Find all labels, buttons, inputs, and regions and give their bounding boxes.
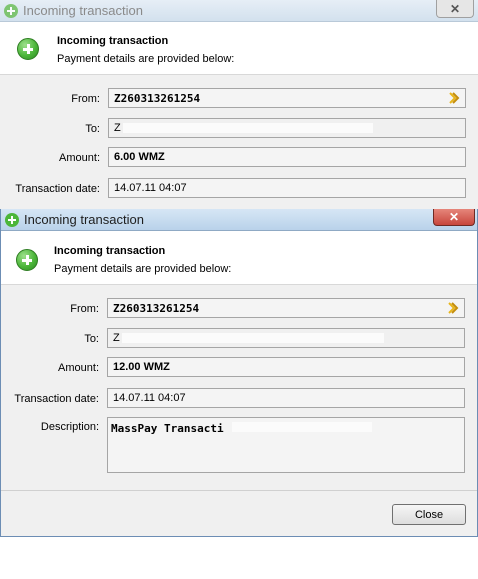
from-field[interactable]: Z260313261254 [107, 298, 465, 318]
date-label: Transaction date: [15, 183, 100, 195]
date-field[interactable]: 14.07.11 04:07 [107, 388, 465, 408]
amount-field[interactable]: 6.00 WMZ [108, 147, 466, 167]
description-label: Description: [40, 421, 99, 433]
header-panel: Incoming transaction Payment details are… [1, 231, 477, 285]
date-value: 14.07.11 04:07 [114, 182, 187, 194]
description-value: MassPay Transacti [111, 422, 224, 435]
amount-label: Amount: [59, 152, 100, 164]
double-chevron-right-icon[interactable] [448, 92, 460, 104]
title-bar[interactable]: Incoming transaction ✕ [1, 209, 477, 231]
date-value: 14.07.11 04:07 [113, 392, 186, 404]
to-field[interactable]: Z [107, 328, 465, 348]
window-title: Incoming transaction [23, 3, 143, 18]
redacted-area [122, 123, 373, 133]
header-panel: Incoming transaction Payment details are… [0, 22, 478, 75]
to-field[interactable]: Z [108, 118, 466, 138]
header-subtitle: Payment details are provided below: [54, 263, 232, 275]
amount-field[interactable]: 12.00 WMZ [107, 357, 465, 377]
incoming-plus-icon [16, 249, 38, 271]
header-title: Incoming transaction [57, 35, 169, 47]
transaction-window-1: Incoming transaction ✕ Incoming transact… [0, 0, 478, 212]
to-label: To: [85, 123, 100, 135]
to-value: Z [113, 332, 120, 344]
to-label: To: [84, 333, 99, 345]
description-field[interactable]: MassPay Transacti [107, 417, 465, 473]
date-field[interactable]: 14.07.11 04:07 [108, 178, 466, 198]
to-value: Z [114, 122, 121, 134]
window-title: Incoming transaction [24, 212, 144, 227]
header-title: Incoming transaction [54, 245, 166, 257]
redacted-area [121, 333, 384, 343]
title-bar[interactable]: Incoming transaction ✕ [0, 0, 478, 22]
from-label: From: [71, 93, 100, 105]
app-plus-icon [5, 212, 19, 227]
from-value: Z260313261254 [114, 91, 201, 105]
footer-divider [1, 490, 477, 491]
date-label: Transaction date: [14, 393, 99, 405]
redacted-area [232, 422, 373, 432]
double-chevron-right-icon[interactable] [447, 302, 459, 314]
from-value: Z260313261254 [113, 301, 200, 315]
from-label: From: [70, 303, 99, 315]
amount-label: Amount: [58, 362, 99, 374]
transaction-window-2: Incoming transaction ✕ Incoming transact… [0, 209, 478, 537]
close-icon[interactable]: ✕ [433, 209, 475, 226]
close-button[interactable]: Close [392, 504, 466, 525]
amount-value: 12.00 WMZ [113, 361, 170, 373]
from-field[interactable]: Z260313261254 [108, 88, 466, 108]
header-subtitle: Payment details are provided below: [57, 53, 235, 65]
app-plus-icon [4, 3, 18, 18]
incoming-plus-icon [17, 38, 39, 60]
close-icon[interactable]: ✕ [436, 0, 474, 18]
amount-value: 6.00 WMZ [114, 151, 165, 163]
